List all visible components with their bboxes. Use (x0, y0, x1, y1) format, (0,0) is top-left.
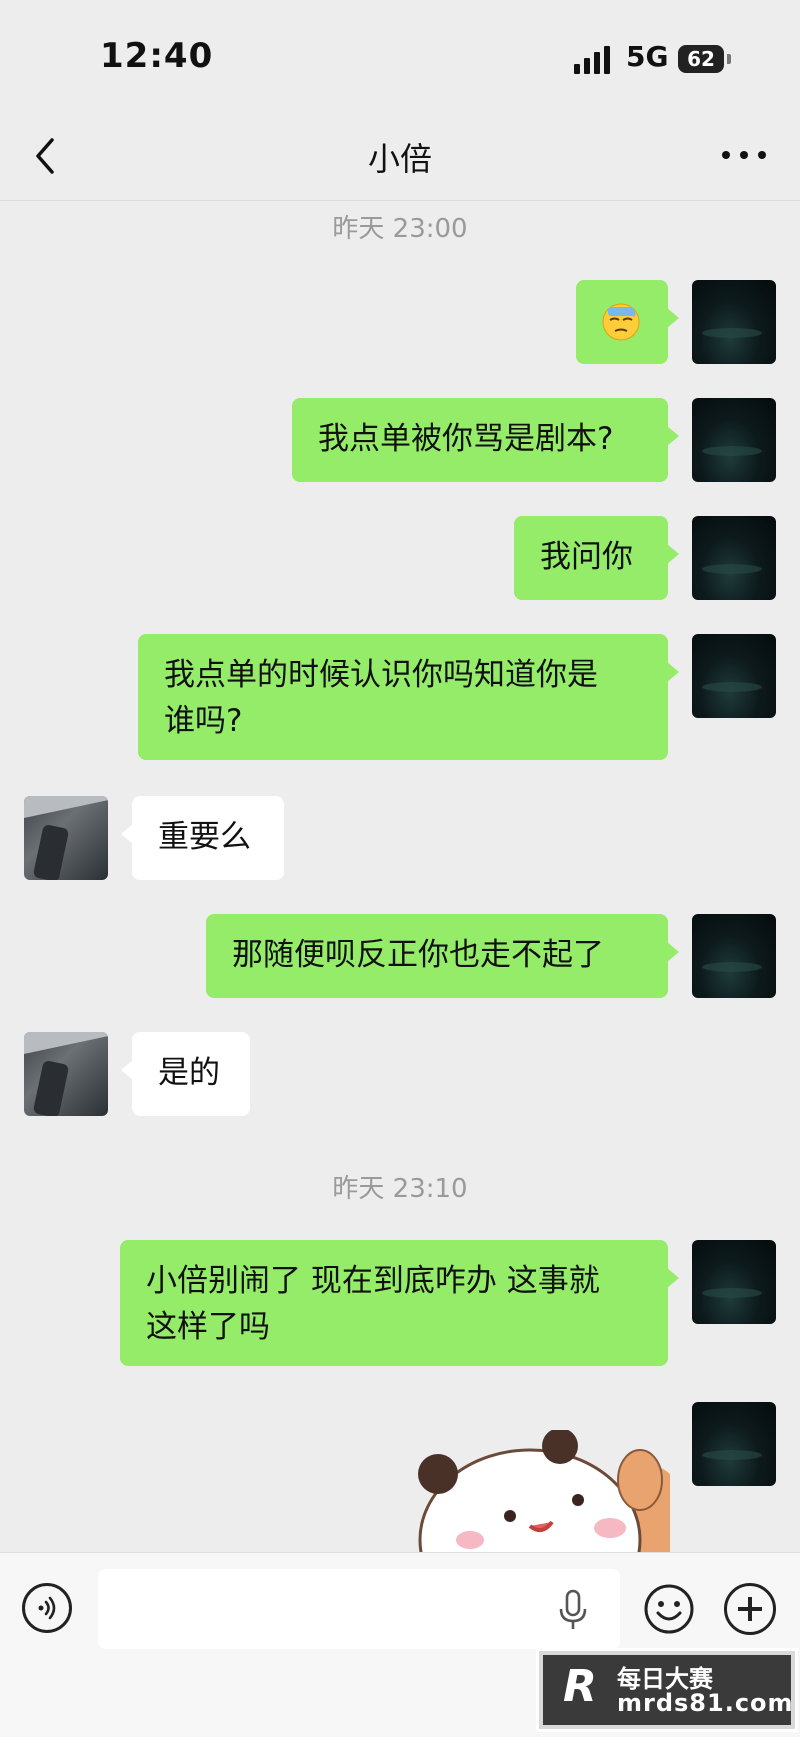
emoji-button-icon[interactable] (643, 1583, 695, 1635)
more-options-icon[interactable] (722, 148, 766, 162)
sent-message-emoji[interactable] (576, 280, 679, 364)
signal-icon (574, 46, 610, 74)
status-time: 12:40 (100, 36, 214, 76)
microphone-icon[interactable] (558, 1589, 588, 1633)
message-input[interactable] (98, 1569, 620, 1649)
message-line: 我点单的时候认识你吗知道你是 (164, 657, 598, 693)
battery-tip (727, 54, 731, 64)
my-avatar[interactable] (692, 914, 776, 998)
more-functions-plus-icon[interactable] (724, 1583, 776, 1635)
chat-title: 小倍 (367, 140, 432, 178)
my-avatar[interactable] (692, 1240, 776, 1324)
sent-message[interactable]: 我点单被你骂是剧本? (292, 398, 679, 482)
my-avatar[interactable] (692, 634, 776, 718)
sent-sticker[interactable] (410, 1430, 670, 1552)
watermark-url: mrds81.com (617, 1689, 794, 1717)
received-message[interactable]: 重要么 (121, 796, 284, 880)
contact-avatar[interactable] (24, 1032, 108, 1116)
received-message[interactable]: 是的 (121, 1032, 250, 1116)
sweat-face-emoji-icon (602, 303, 640, 341)
network-type: 5G (626, 40, 669, 73)
my-avatar[interactable] (692, 398, 776, 482)
sent-message[interactable]: 我点单的时候认识你吗知道你是 谁吗? (138, 634, 679, 760)
timestamp: 昨天 23:00 (332, 214, 468, 244)
watermark-box: R 每日大赛 mrds81.com (543, 1655, 794, 1725)
timestamp: 昨天 23:10 (332, 1174, 468, 1204)
voice-input-button[interactable] (22, 1583, 72, 1633)
message-line: 小倍别闹了 现在到底咋办 这事就 (146, 1263, 600, 1299)
sent-message[interactable]: 小倍别闹了 现在到底咋办 这事就 这样了吗 (120, 1240, 679, 1366)
panda-sticker-icon (418, 1430, 670, 1552)
my-avatar[interactable] (692, 516, 776, 600)
status-bar: 12:40 5G 62 (0, 0, 800, 110)
sent-message[interactable]: 那随便呗反正你也走不起了 (206, 914, 679, 998)
contact-avatar[interactable] (24, 796, 108, 880)
watermark: R 每日大赛 mrds81.com (536, 1648, 798, 1732)
my-avatar[interactable] (692, 1402, 776, 1486)
watermark-logo: R (563, 1661, 597, 1712)
my-avatar[interactable] (692, 280, 776, 364)
battery-level: 62 (687, 47, 715, 71)
message-line: 这样了吗 (146, 1309, 270, 1345)
sent-message[interactable]: 我问你 (514, 516, 679, 600)
message-line: 谁吗? (164, 703, 243, 739)
chat-header: 小倍 (0, 110, 800, 201)
voice-wave-icon (38, 1596, 56, 1620)
battery-icon: 62 (678, 45, 724, 73)
